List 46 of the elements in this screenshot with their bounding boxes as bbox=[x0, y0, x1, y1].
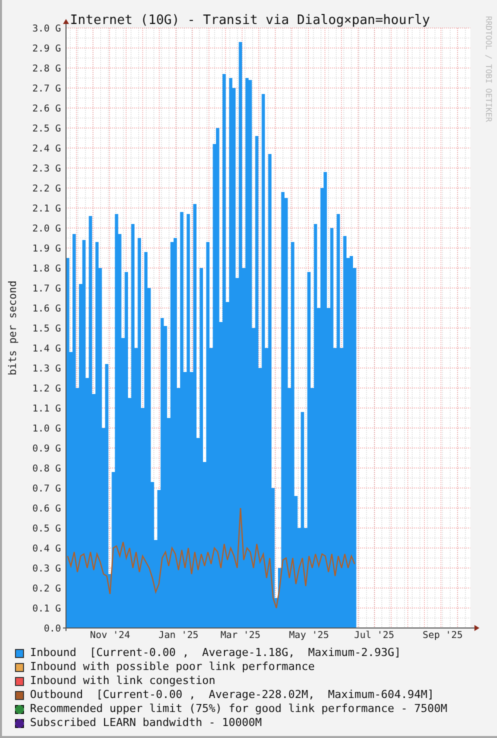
y-tick-label: 1.1 G bbox=[32, 404, 61, 414]
y-tick-label: 0.2 G bbox=[32, 584, 61, 594]
y-tick-label: 2.3 G bbox=[32, 164, 61, 174]
legend-text: Outbound [Current-0.00 , Average-228.02M, Maximum-604.94M] bbox=[30, 688, 434, 702]
y-tick-label: 1.5 G bbox=[32, 324, 61, 334]
legend-text: Recommended upper limit (75%) for good link performance - 7500M bbox=[30, 702, 448, 716]
y-tick-label: 2.4 G bbox=[32, 144, 61, 154]
y-tick-label: 1.0 G bbox=[32, 424, 61, 434]
x-tick-label: Mar '25 bbox=[220, 630, 260, 641]
y-tick-label: 0.7 G bbox=[32, 484, 61, 494]
y-tick-label: 1.6 G bbox=[32, 304, 61, 314]
y-tick-label: 2.8 G bbox=[32, 64, 61, 74]
legend-text: Inbound [Current-0.00 , Average-1.18G, Maximum-2.93G] bbox=[30, 646, 401, 660]
y-tick-label: 2.9 G bbox=[32, 44, 61, 54]
y-tick-label: 1.4 G bbox=[32, 344, 61, 354]
x-tick-label: May '25 bbox=[288, 630, 329, 641]
y-tick-label: 0.4 G bbox=[32, 544, 61, 554]
y-tick-label: 3.0 G bbox=[32, 24, 61, 34]
y-tick-label: 1.9 G bbox=[32, 244, 61, 254]
x-tick-label: Sep '25 bbox=[422, 630, 463, 641]
y-tick-label: 0.6 G bbox=[32, 504, 61, 514]
legend-text: Inbound with link congestion bbox=[30, 674, 216, 688]
y-tick-label: 1.3 G bbox=[32, 364, 61, 374]
y-tick-label: 2.5 G bbox=[32, 124, 61, 134]
y-tick-label: 2.0 G bbox=[32, 224, 61, 234]
y-tick-label: 0.3 G bbox=[32, 564, 61, 574]
y-tick-label: 2.6 G bbox=[32, 104, 61, 114]
y-tick-label: 0.1 G bbox=[32, 604, 61, 614]
x-tick-label: Nov '24 bbox=[90, 630, 130, 641]
y-axis-label: bits per second bbox=[7, 280, 19, 376]
y-tick-label: 0.8 G bbox=[32, 464, 61, 474]
legend-text: Subscribed LEARN bandwidth - 10000M bbox=[30, 716, 262, 730]
y-tick-label: 0.9 G bbox=[32, 444, 61, 454]
x-tick-label: Jul '25 bbox=[354, 630, 394, 641]
credit-text: RRDTOOL / TOBI OETIKER bbox=[484, 16, 493, 122]
legend-text: Inbound with possible poor link performance bbox=[30, 660, 315, 674]
y-tick-label: 0.0 bbox=[44, 624, 61, 634]
y-tick-label: 1.7 G bbox=[32, 284, 61, 294]
y-tick-label: 0.5 G bbox=[32, 524, 61, 534]
y-tick-label: 1.2 G bbox=[32, 384, 61, 394]
y-tick-label: 2.2 G bbox=[32, 184, 61, 194]
y-tick-label: 2.7 G bbox=[32, 84, 61, 94]
graph-title: Internet (10G) - Transit via Dialog×pan=hourly bbox=[70, 13, 430, 28]
x-tick-label: Jan '25 bbox=[158, 630, 199, 641]
y-tick-label: 1.8 G bbox=[32, 264, 61, 274]
y-tick-label: 2.1 G bbox=[32, 204, 61, 214]
